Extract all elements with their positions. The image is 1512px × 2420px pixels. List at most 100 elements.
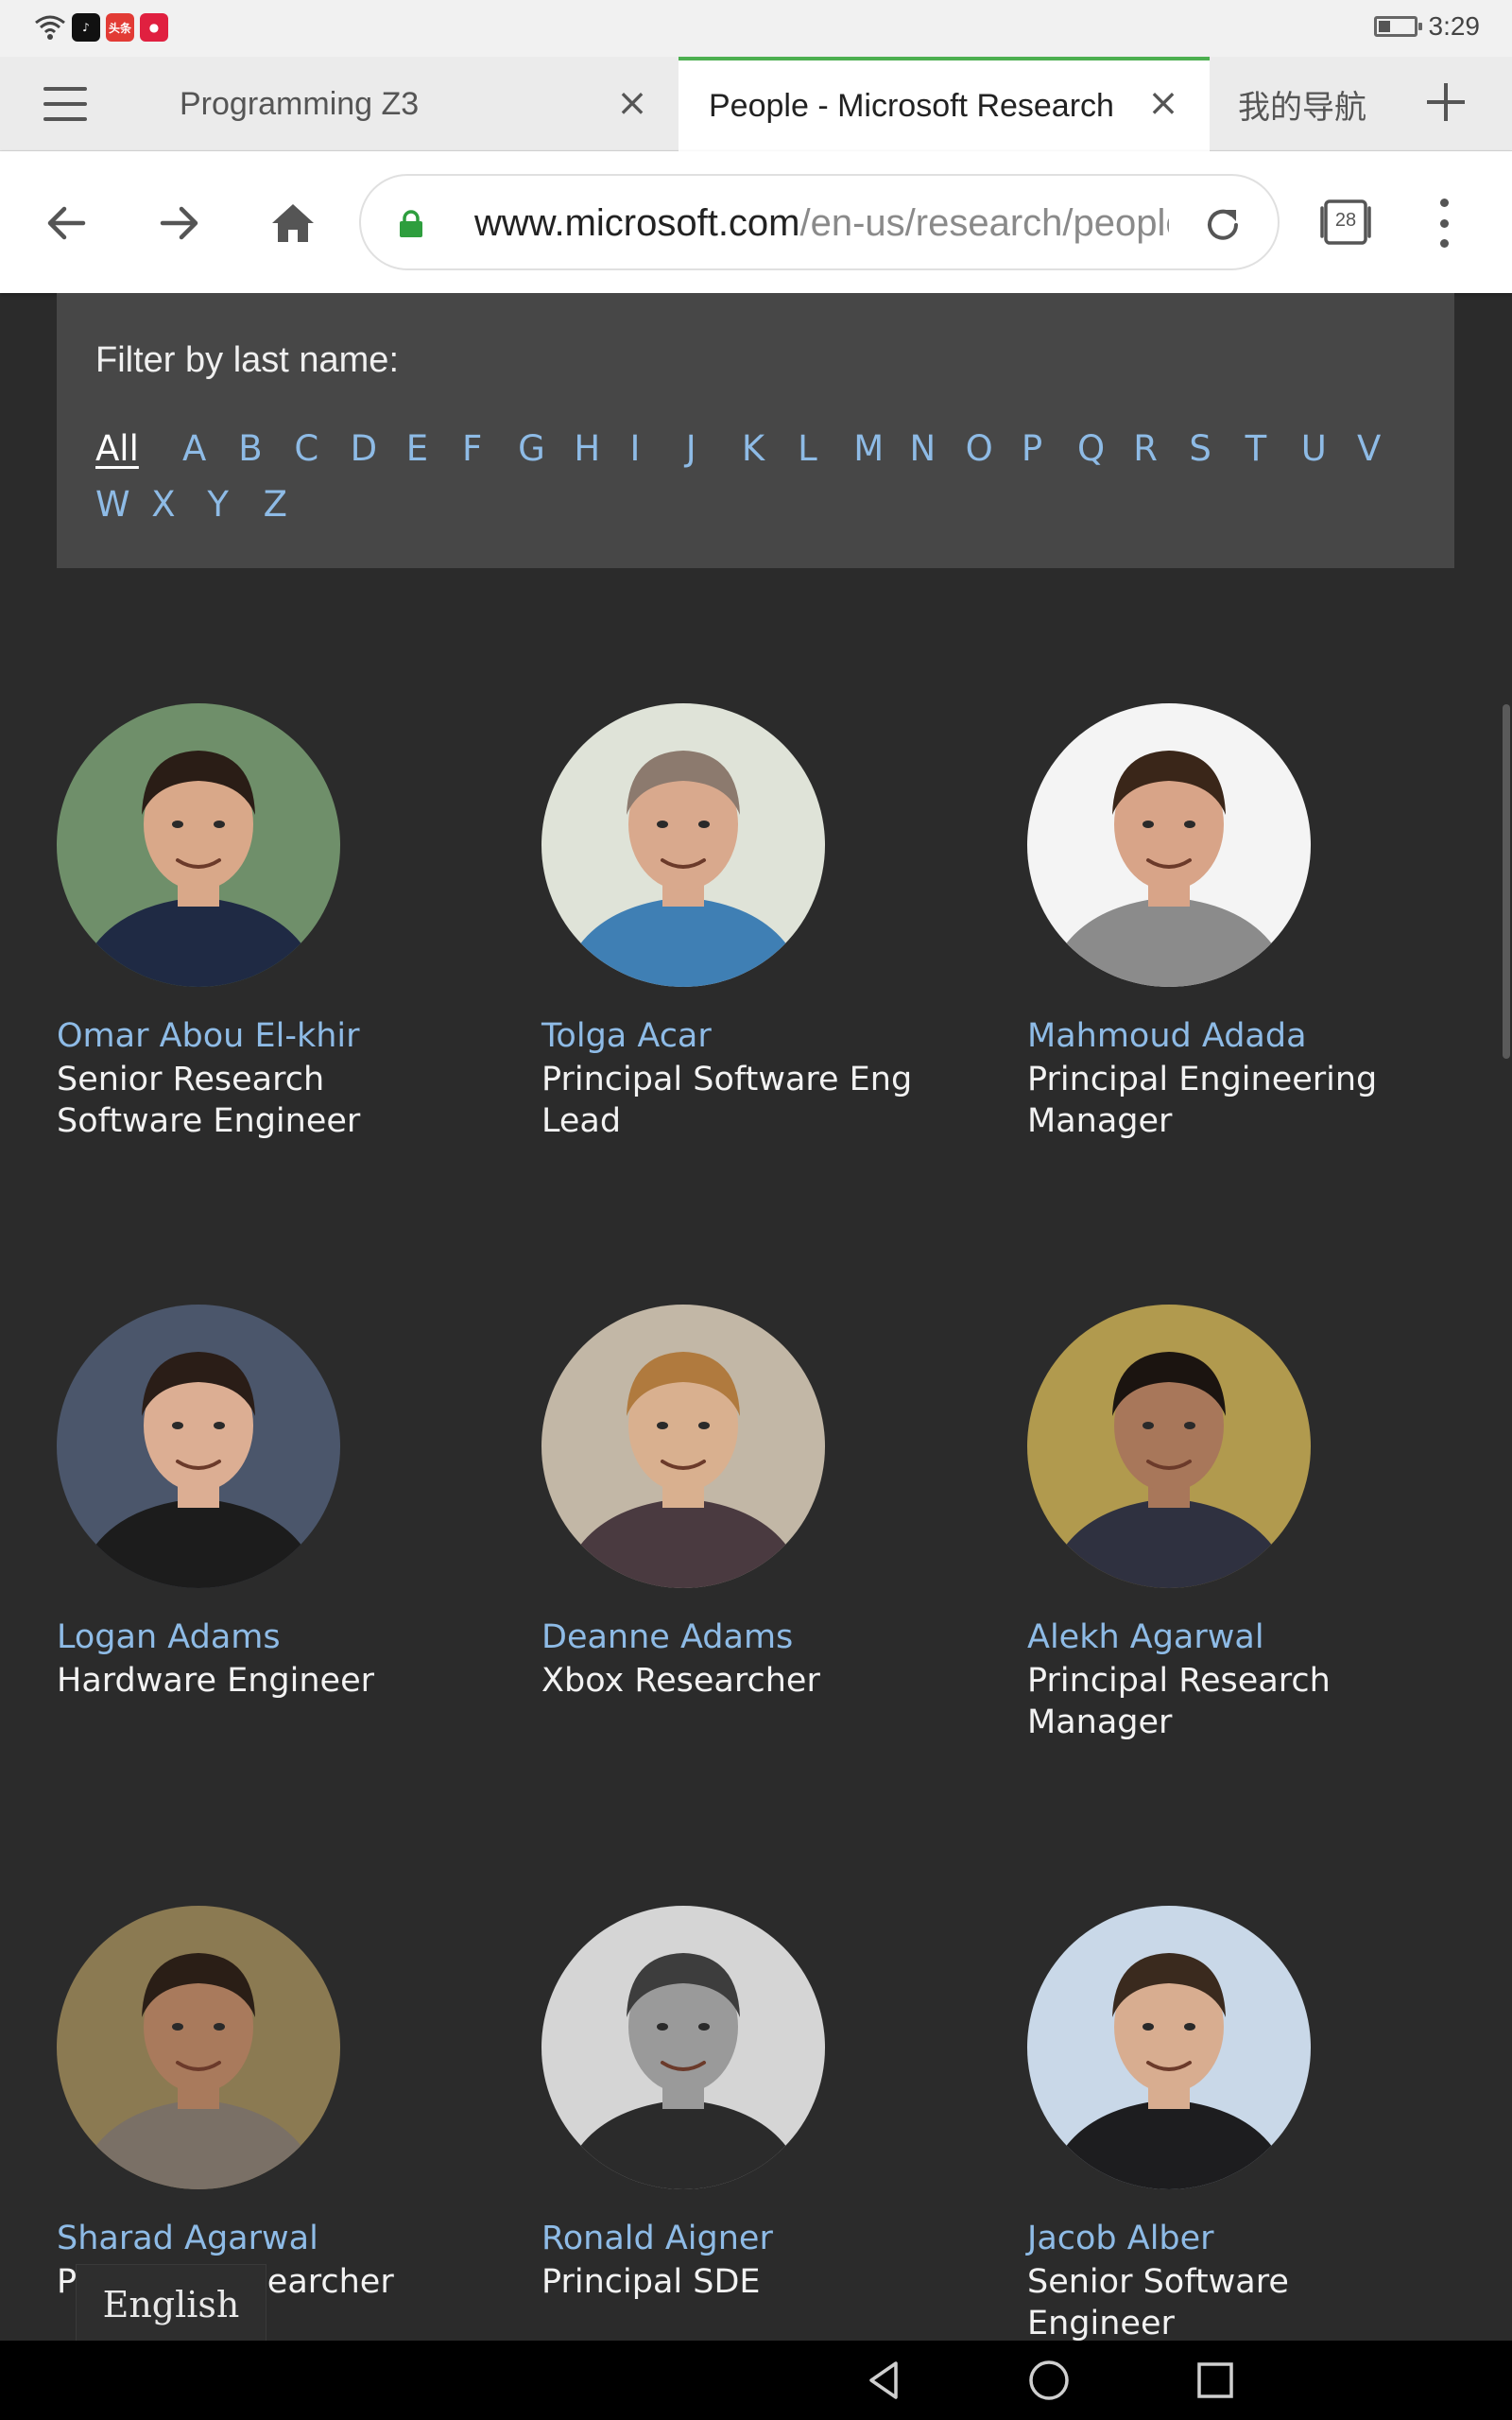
- tab-count: 28: [1334, 210, 1357, 231]
- person-card: Sharad AgarwalPrincipal Researcher: [57, 1906, 491, 2303]
- filter-letter-h[interactable]: H: [574, 428, 629, 469]
- url-path: /en-us/research/people/: [799, 202, 1170, 244]
- filter-letter-d[interactable]: D: [351, 428, 406, 469]
- system-navigation-bar: [0, 2341, 1512, 2420]
- filter-letter-v[interactable]: V: [1357, 428, 1413, 469]
- red-app-icon: ●: [140, 13, 168, 42]
- filter-letter-b[interactable]: B: [238, 428, 294, 469]
- person-name-link[interactable]: Logan Adams: [57, 1618, 491, 1656]
- filter-letter-c[interactable]: C: [294, 428, 350, 469]
- person-job-title: Senior Software Engineer: [1027, 2263, 1289, 2342]
- toutiao-app-icon: 头条: [106, 13, 134, 42]
- filter-letter-g[interactable]: G: [518, 428, 574, 469]
- person-card: Ronald Aigner Principal SDE: [541, 1906, 976, 2303]
- person-job-title: Hardware Engineer: [57, 1662, 374, 1700]
- address-bar[interactable]: www.microsoft.com/en-us/research/people/: [359, 174, 1280, 270]
- url-text: www.microsoft.com/en-us/research/people/: [474, 202, 1169, 246]
- filter-letter-k[interactable]: K: [742, 428, 798, 469]
- language-selector[interactable]: English: [76, 2264, 266, 2344]
- person-photo[interactable]: [57, 1305, 340, 1588]
- new-tab-plus-icon[interactable]: [1425, 81, 1467, 123]
- page-scrollbar[interactable]: [1503, 704, 1510, 1059]
- last-name-filter: Filter by last name: All ABCDEFGHIJKLMNO…: [57, 293, 1454, 568]
- filter-letter-t[interactable]: T: [1246, 428, 1301, 469]
- tiktok-app-icon: ♪: [72, 13, 100, 42]
- browser-toolbar: www.microsoft.com/en-us/research/people/…: [0, 151, 1512, 293]
- filter-letter-l[interactable]: L: [798, 428, 853, 469]
- filter-letter-i[interactable]: I: [630, 428, 686, 469]
- person-name-link[interactable]: Mahmoud Adada: [1027, 1017, 1462, 1055]
- tab-strip: Programming Z3 × People - Microsoft Rese…: [0, 57, 1512, 151]
- close-tab-icon[interactable]: ×: [615, 84, 649, 122]
- person-job-title: Principal SDE: [541, 2263, 761, 2301]
- person-name-link[interactable]: Sharad Agarwal: [57, 2220, 491, 2257]
- person-photo[interactable]: [1027, 1305, 1311, 1588]
- close-tab-icon[interactable]: ×: [1146, 84, 1180, 122]
- tab-label: Programming Z3: [180, 85, 420, 122]
- forward-arrow-icon[interactable]: [155, 199, 204, 248]
- tab-label: People - Microsoft Research: [709, 87, 1114, 124]
- filter-letter-o[interactable]: O: [966, 428, 1022, 469]
- person-photo[interactable]: [541, 1305, 825, 1588]
- person-card: Deanne Adams Xbox Researcher: [541, 1305, 976, 1702]
- filter-letter-a[interactable]: A: [182, 428, 238, 469]
- back-arrow-icon[interactable]: [42, 199, 91, 248]
- person-name-link[interactable]: Deanne Adams: [541, 1618, 976, 1656]
- filter-letter-x[interactable]: X: [151, 484, 207, 525]
- wifi-icon: [35, 15, 65, 40]
- tab-my-navigation[interactable]: 我的导航: [1238, 57, 1399, 151]
- person-name-link[interactable]: Alekh Agarwal: [1027, 1618, 1462, 1656]
- hamburger-menu-icon[interactable]: [43, 87, 87, 121]
- status-icons: ♪ 头条 ●: [34, 13, 168, 42]
- person-photo[interactable]: [541, 1906, 825, 2189]
- person-photo[interactable]: [1027, 1906, 1311, 2189]
- overflow-menu-icon[interactable]: [1433, 199, 1455, 248]
- filter-letter-s[interactable]: S: [1189, 428, 1245, 469]
- filter-letter-n[interactable]: N: [909, 428, 965, 469]
- tab-programming-z3[interactable]: Programming Z3: [180, 57, 652, 151]
- filter-letter-q[interactable]: Q: [1077, 428, 1133, 469]
- battery-icon: [1373, 16, 1422, 37]
- person-photo[interactable]: [57, 1906, 340, 2189]
- person-card: Omar Abou El-khir Senior Research Softwar…: [57, 703, 491, 1142]
- reload-icon[interactable]: [1202, 204, 1244, 246]
- filter-letter-u[interactable]: U: [1301, 428, 1357, 469]
- person-card: Jacob Alber Senior Software Engineer: [1027, 1906, 1462, 2344]
- filter-letter-j[interactable]: J: [686, 428, 742, 469]
- person-job-title: Principal Research Manager: [1027, 1662, 1331, 1741]
- person-photo[interactable]: [541, 703, 825, 987]
- nav-recents-icon[interactable]: [1193, 2358, 1238, 2403]
- tab-people-microsoft-research[interactable]: People - Microsoft Research: [679, 57, 1210, 151]
- lock-icon: [400, 210, 422, 237]
- person-card: Alekh Agarwal Principal Research Manager: [1027, 1305, 1462, 1743]
- person-name-link[interactable]: Tolga Acar: [541, 1017, 976, 1055]
- letter-filter-list: All ABCDEFGHIJKLMNOPQRSTUV WXYZ: [95, 428, 1437, 525]
- home-icon[interactable]: [268, 199, 318, 248]
- person-name-link[interactable]: Jacob Alber: [1027, 2220, 1462, 2257]
- nav-home-icon[interactable]: [1026, 2358, 1072, 2403]
- filter-letter-m[interactable]: M: [853, 428, 909, 469]
- nav-back-icon[interactable]: [862, 2358, 907, 2403]
- person-photo[interactable]: [57, 703, 340, 987]
- person-photo[interactable]: [1027, 703, 1311, 987]
- person-job-title: Principal Engineering Manager: [1027, 1061, 1378, 1140]
- filter-letter-y[interactable]: Y: [207, 484, 263, 525]
- person-name-link[interactable]: Omar Abou El-khir: [57, 1017, 491, 1055]
- person-job-title: Senior Research Software Engineer: [57, 1061, 361, 1140]
- clock: 3:29: [1428, 11, 1481, 41]
- filter-letter-r[interactable]: R: [1133, 428, 1189, 469]
- status-bar: ♪ 头条 ● 3:29: [0, 0, 1512, 57]
- filter-letter-f[interactable]: F: [462, 428, 518, 469]
- filter-all-link[interactable]: All: [95, 428, 182, 469]
- person-job-title: Xbox Researcher: [541, 1662, 820, 1700]
- filter-letter-z[interactable]: Z: [264, 484, 319, 525]
- filter-title: Filter by last name:: [95, 340, 399, 380]
- filter-letter-p[interactable]: P: [1022, 428, 1077, 469]
- url-host: www.microsoft.com: [474, 202, 800, 244]
- person-card: Mahmoud Adada Principal Engineering Manag…: [1027, 703, 1462, 1142]
- person-job-title: Principal Software Eng Lead: [541, 1061, 913, 1140]
- filter-letter-e[interactable]: E: [406, 428, 462, 469]
- person-name-link[interactable]: Ronald Aigner: [541, 2220, 976, 2257]
- tab-switcher-icon[interactable]: 28: [1318, 199, 1373, 246]
- filter-letter-w[interactable]: W: [95, 484, 151, 525]
